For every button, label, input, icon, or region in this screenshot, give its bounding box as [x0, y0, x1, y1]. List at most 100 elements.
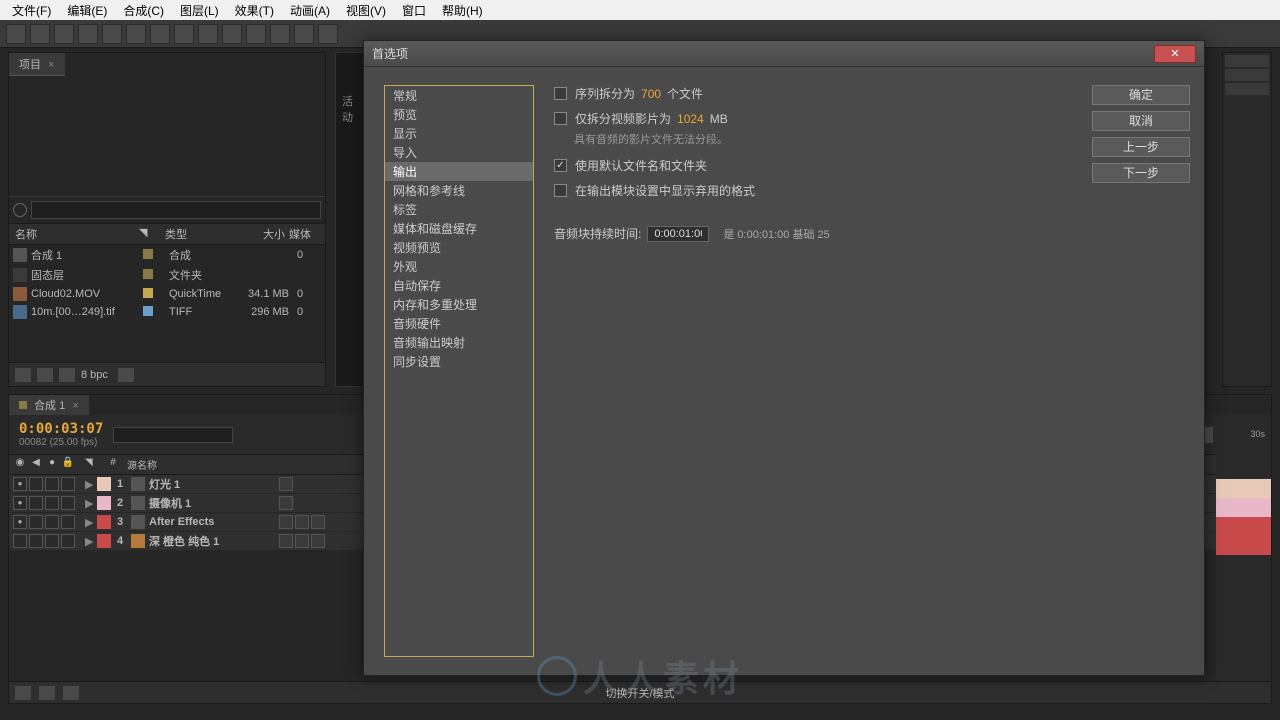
- close-icon[interactable]: ×: [72, 400, 78, 412]
- prefs-category-media-cache[interactable]: 媒体和磁盘缓存: [385, 219, 533, 238]
- lock-toggle[interactable]: [61, 477, 75, 491]
- visibility-toggle[interactable]: [13, 496, 27, 510]
- roto-tool-icon[interactable]: [294, 24, 314, 44]
- brush-tool-icon[interactable]: [222, 24, 242, 44]
- vid-split-checkbox[interactable]: [554, 112, 567, 125]
- prefs-category-video-preview[interactable]: 视频预览: [385, 238, 533, 257]
- seq-split-checkbox[interactable]: [554, 87, 567, 100]
- menu-edit[interactable]: 编辑(E): [59, 2, 115, 19]
- project-item-row[interactable]: 10m.[00…249].tif TIFF 296 MB 0: [9, 303, 325, 321]
- solo-toggle[interactable]: [45, 477, 59, 491]
- col-header-name[interactable]: 名称: [9, 226, 139, 242]
- new-folder-icon[interactable]: [37, 368, 53, 382]
- prefs-category-general[interactable]: 常规: [385, 86, 533, 105]
- layer-color-swatch[interactable]: [97, 534, 111, 548]
- timeline-search-input[interactable]: [113, 427, 233, 443]
- interpret-footage-icon[interactable]: [15, 368, 31, 382]
- project-item-row[interactable]: 合成 1 合成 0: [9, 245, 325, 265]
- lock-toggle[interactable]: [61, 515, 75, 529]
- layer-bar[interactable]: [1216, 536, 1271, 555]
- deprecated-checkbox[interactable]: [554, 184, 567, 197]
- visibility-toggle[interactable]: [13, 534, 27, 548]
- layer-name[interactable]: 深 橙色 纯色 1: [149, 533, 279, 549]
- switch-icon[interactable]: [311, 534, 325, 548]
- prefs-category-display[interactable]: 显示: [385, 124, 533, 143]
- zoom-tool-icon[interactable]: [54, 24, 74, 44]
- source-name-header[interactable]: 源名称: [123, 457, 263, 472]
- solo-toggle[interactable]: [45, 496, 59, 510]
- menu-layer[interactable]: 图层(L): [172, 2, 227, 19]
- layer-name[interactable]: After Effects: [149, 516, 279, 528]
- eraser-tool-icon[interactable]: [270, 24, 290, 44]
- bpc-toggle[interactable]: 8 bpc: [81, 369, 108, 381]
- menu-composition[interactable]: 合成(C): [115, 2, 172, 19]
- ok-button[interactable]: 确定: [1092, 85, 1190, 105]
- toggle-switches-modes-button[interactable]: 切换开关/模式: [605, 685, 674, 701]
- audio-block-input[interactable]: [647, 226, 709, 242]
- audio-toggle[interactable]: [29, 496, 43, 510]
- prefs-category-appearance[interactable]: 外观: [385, 257, 533, 276]
- prefs-category-labels[interactable]: 标签: [385, 200, 533, 219]
- visibility-toggle[interactable]: [13, 477, 27, 491]
- new-comp-icon[interactable]: [59, 368, 75, 382]
- col-header-size[interactable]: 大小: [233, 226, 285, 242]
- seq-split-value[interactable]: 700: [641, 87, 661, 101]
- vid-split-value[interactable]: 1024: [677, 112, 704, 126]
- prefs-category-output[interactable]: 输出: [385, 162, 533, 181]
- visibility-toggle[interactable]: [13, 515, 27, 529]
- menu-help[interactable]: 帮助(H): [434, 2, 491, 19]
- lock-toggle[interactable]: [61, 534, 75, 548]
- switch-icon[interactable]: [279, 515, 293, 529]
- layer-bar[interactable]: [1216, 517, 1271, 536]
- menu-view[interactable]: 视图(V): [338, 2, 394, 19]
- comp-marker-icon[interactable]: [63, 686, 79, 700]
- switch-icon[interactable]: [279, 496, 293, 510]
- expand-icon[interactable]: ▶: [85, 497, 95, 510]
- audio-toggle[interactable]: [29, 534, 43, 548]
- prefs-category-memory[interactable]: 内存和多重处理: [385, 295, 533, 314]
- rotate-tool-icon[interactable]: [78, 24, 98, 44]
- project-item-row[interactable]: Cloud02.MOV QuickTime 34.1 MB 0: [9, 285, 325, 303]
- menu-window[interactable]: 窗口: [394, 2, 434, 19]
- layer-color-swatch[interactable]: [97, 496, 111, 510]
- col-header-media[interactable]: 媒体: [285, 226, 315, 242]
- switch-icon[interactable]: [295, 515, 309, 529]
- current-timecode[interactable]: 0:00:03:07: [19, 421, 103, 437]
- menu-effect[interactable]: 效果(T): [227, 2, 282, 19]
- camera-tool-icon[interactable]: [102, 24, 122, 44]
- previous-button[interactable]: 上一步: [1092, 137, 1190, 157]
- pen-tool-icon[interactable]: [174, 24, 194, 44]
- toggle-modes-icon[interactable]: [39, 686, 55, 700]
- close-icon[interactable]: ×: [48, 59, 54, 71]
- switch-icon[interactable]: [279, 477, 293, 491]
- prefs-category-audio-hw[interactable]: 音频硬件: [385, 314, 533, 333]
- audio-toggle[interactable]: [29, 477, 43, 491]
- expand-icon[interactable]: ▶: [85, 478, 95, 491]
- col-header-tag[interactable]: ◥: [139, 226, 165, 242]
- layer-color-swatch[interactable]: [97, 477, 111, 491]
- timeline-track-area[interactable]: 30s: [1216, 423, 1271, 681]
- hand-tool-icon[interactable]: [30, 24, 50, 44]
- layer-name[interactable]: 灯光 1: [149, 476, 279, 492]
- layer-bar[interactable]: [1216, 479, 1271, 498]
- prefs-category-audio-output[interactable]: 音频输出映射: [385, 333, 533, 352]
- layer-name[interactable]: 摄像机 1: [149, 495, 279, 511]
- prefs-category-sync[interactable]: 同步设置: [385, 352, 533, 371]
- close-button[interactable]: ✕: [1154, 45, 1196, 63]
- solo-toggle[interactable]: [45, 534, 59, 548]
- toggle-switches-icon[interactable]: [15, 686, 31, 700]
- col-header-type[interactable]: 类型: [165, 226, 233, 242]
- project-tab[interactable]: 项目 ×: [9, 53, 65, 76]
- prefs-category-preview[interactable]: 预览: [385, 105, 533, 124]
- prefs-category-autosave[interactable]: 自动保存: [385, 276, 533, 295]
- solo-toggle[interactable]: [45, 515, 59, 529]
- switch-icon[interactable]: [279, 534, 293, 548]
- audio-toggle[interactable]: [29, 515, 43, 529]
- mask-tool-icon[interactable]: [150, 24, 170, 44]
- selection-tool-icon[interactable]: [6, 24, 26, 44]
- expand-icon[interactable]: ▶: [85, 516, 95, 529]
- cancel-button[interactable]: 取消: [1092, 111, 1190, 131]
- lock-toggle[interactable]: [61, 496, 75, 510]
- menu-animation[interactable]: 动画(A): [282, 2, 338, 19]
- menu-file[interactable]: 文件(F): [4, 2, 59, 19]
